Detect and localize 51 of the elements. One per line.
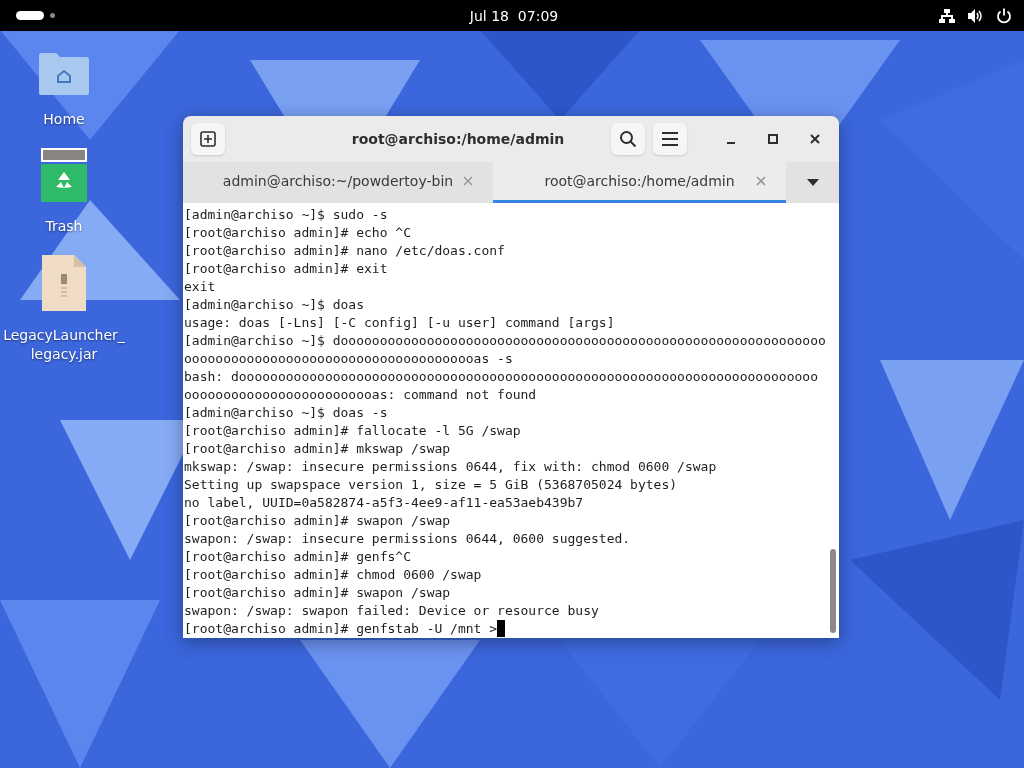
tab[interactable]: root@archiso:/home/admin (493, 162, 786, 203)
terminal-line: mkswap: /swap: insecure permissions 0644, fix with: chmod 0600 /swap (184, 458, 717, 476)
terminal-line: [root@archiso admin]# swapon /swap (184, 512, 451, 530)
terminal-line: [root@archiso admin]# fallocate -l 5G /swap (184, 422, 521, 440)
terminal-line: oooooooooooooooooooooooooooooooooooooas -s (184, 350, 513, 368)
terminal-line: ooooooooooooooooooooooooas: command not found (184, 386, 537, 404)
terminal-line: bash: doooooooooooooooooooooooooooooooooooooooooooooooooooooooooooooooooooooooooo (184, 368, 818, 386)
terminal-line: swapon: /swap: swapon failed: Device or resource busy (184, 602, 599, 620)
terminal-line: usage: doas [-Lns] [-C config] [-u user] command [args] (184, 314, 615, 332)
plus-icon[interactable] (200, 131, 216, 147)
maximize-icon[interactable] (767, 133, 779, 145)
workspace-dot-icon[interactable] (50, 13, 55, 18)
terminal-line: [root@archiso admin]# nano /etc/doas.conf (184, 242, 505, 260)
tab[interactable]: admin@archiso:~/powdertoy-bin (183, 162, 493, 203)
recycle-bin-icon[interactable] (40, 147, 88, 203)
archive-file-icon[interactable] (41, 254, 87, 312)
window-title: root@archiso:/home/admin (350, 131, 566, 147)
close-icon[interactable] (809, 133, 821, 145)
terminal-line: no label, UUID=0a582874-a5f3-4ee9-af11-ea53aeb439b7 (184, 494, 584, 512)
icon-label[interactable]: Trash (45, 217, 83, 236)
power-icon[interactable] (996, 7, 1012, 24)
volume-icon[interactable] (967, 7, 984, 24)
folder-icon[interactable] (37, 52, 91, 96)
cursor (497, 620, 506, 637)
terminal-line: [root@archiso admin]# chmod 0600 /swap (184, 566, 482, 584)
new-tab-button[interactable] (191, 123, 225, 155)
dropdown-caret-icon[interactable] (806, 178, 819, 187)
icon-label[interactable]: legacy.jar (30, 345, 98, 364)
terminal-line: [admin@archiso ~]$ doooooooooooooooooooooooooooooooooooooooooooooooooooooooooooooo (184, 332, 826, 350)
terminal-line: [root@archiso admin]# exit (184, 260, 388, 278)
icon-label[interactable]: Home (43, 110, 85, 129)
menu-icon[interactable] (661, 131, 679, 147)
terminal-line: exit (184, 278, 216, 296)
workspace-indicator-icon[interactable] (16, 11, 44, 20)
terminal-line: [admin@archiso ~]$ doas -s (184, 404, 388, 422)
scrollbar-thumb[interactable] (829, 549, 836, 633)
network-icon[interactable] (939, 7, 955, 24)
terminal-line: Setting up swapspace version 1, size = 5 GiB (5368705024 bytes) (184, 476, 678, 494)
search-button[interactable] (611, 123, 645, 155)
clock[interactable]: Jul 18 07:09 (469, 7, 559, 24)
icon-label[interactable]: LegacyLauncher_ (3, 326, 125, 345)
terminal-line: [root@archiso admin]# echo ^C (184, 224, 411, 242)
terminal-line: [root@archiso admin]# genfs^C (184, 548, 411, 566)
terminal-line: swapon: /swap: insecure permissions 0644, 0600 suggested. (184, 530, 631, 548)
terminal-line: [root@archiso admin]# mkswap /swap (184, 440, 451, 458)
search-icon[interactable] (619, 130, 637, 148)
terminal-line: [root@archiso admin]# genfstab -U /mnt > (184, 620, 498, 638)
terminal-line: [root@archiso admin]# swapon /swap (184, 584, 451, 602)
terminal-line: [admin@archiso ~]$ doas (184, 296, 364, 314)
menu-button[interactable] (653, 123, 687, 155)
terminal-line: [admin@archiso ~]$ sudo -s (184, 206, 388, 224)
